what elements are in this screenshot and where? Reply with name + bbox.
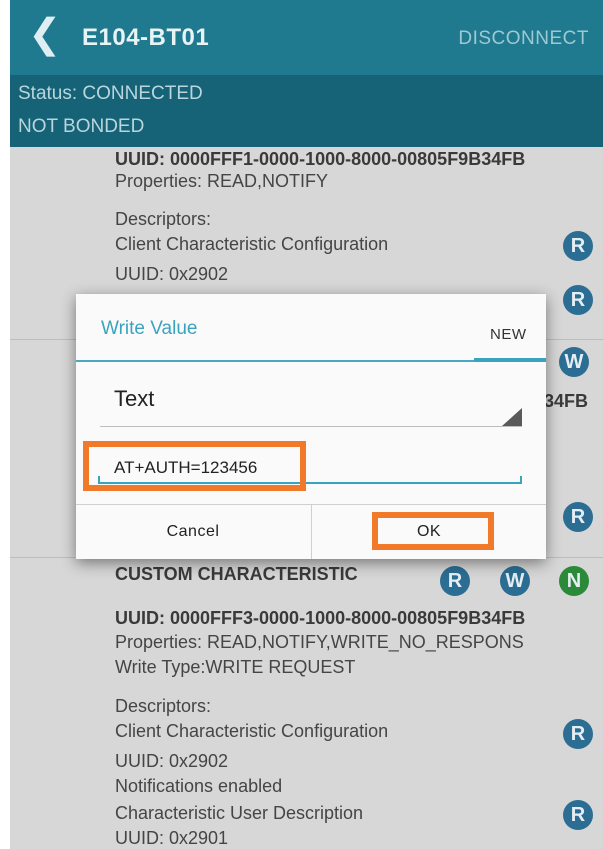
char3-uuid: UUID: 0000FFF3-0000-1000-8000-00805F9B34… — [115, 608, 526, 628]
disconnect-button[interactable]: DISCONNECT — [458, 28, 589, 50]
char3-descriptor1-uuid: UUID: 0x2902 — [115, 751, 229, 771]
input-underline-tick — [520, 476, 522, 484]
ok-highlight-box — [372, 512, 494, 550]
char3-title: CUSTOM CHARACTERISTIC — [115, 564, 358, 584]
read-badge[interactable]: R — [563, 800, 593, 830]
char1-descriptors-heading: Descriptors: — [115, 209, 212, 229]
status-bar: Status: CONNECTED NOT BONDED — [10, 75, 603, 147]
cancel-button[interactable]: Cancel — [76, 505, 310, 559]
char2-uuid-fragment: 34FB — [544, 391, 589, 411]
read-badge[interactable]: R — [563, 719, 593, 749]
char3-descriptors-heading: Descriptors: — [115, 696, 212, 716]
format-spinner[interactable]: Text — [114, 386, 154, 412]
device-title: E104-BT01 — [82, 24, 210, 51]
bonding-status: NOT BONDED — [18, 116, 145, 137]
read-badge[interactable]: R — [563, 285, 593, 315]
char3-write-type: Write Type:WRITE REQUEST — [115, 657, 356, 677]
read-badge[interactable]: R — [563, 231, 593, 261]
read-badge[interactable]: R — [440, 566, 470, 596]
write-value-dialog: Write Value NEW Text Cancel OK — [76, 294, 546, 559]
dialog-title: Write Value — [101, 318, 198, 339]
char3-descriptor1-name: Client Characteristic Configuration — [115, 721, 389, 741]
tab-indicator — [474, 358, 546, 362]
char3-descriptor2-uuid: UUID: 0x2901 — [115, 828, 229, 848]
input-highlight-box — [83, 441, 306, 491]
char3-properties: Properties: READ,NOTIFY,WRITE_NO_RESPONS — [115, 632, 524, 652]
char1-properties: Properties: READ,NOTIFY — [115, 171, 329, 191]
char1-uuid: UUID: 0000FFF1-0000-1000-8000-00805F9B34… — [115, 149, 526, 169]
char3-descriptor2-name: Characteristic User Description — [115, 803, 364, 823]
connection-status: Status: CONNECTED — [18, 83, 203, 104]
char1-descriptor-name: Client Characteristic Configuration — [115, 234, 389, 254]
write-badge[interactable]: W — [559, 347, 589, 377]
char3-descriptor1-status: Notifications enabled — [115, 776, 283, 796]
write-badge[interactable]: W — [500, 566, 530, 596]
chevron-left-icon[interactable]: ❮ — [28, 14, 62, 54]
tab-new[interactable]: NEW — [490, 326, 527, 343]
read-badge[interactable]: R — [563, 502, 593, 532]
app-bar: ❮ E104-BT01 DISCONNECT — [10, 0, 603, 75]
notify-badge[interactable]: N — [559, 566, 589, 596]
spinner-underline — [100, 426, 522, 427]
dropdown-triangle-icon[interactable] — [502, 408, 522, 426]
char1-descriptor-uuid: UUID: 0x2902 — [115, 264, 229, 284]
